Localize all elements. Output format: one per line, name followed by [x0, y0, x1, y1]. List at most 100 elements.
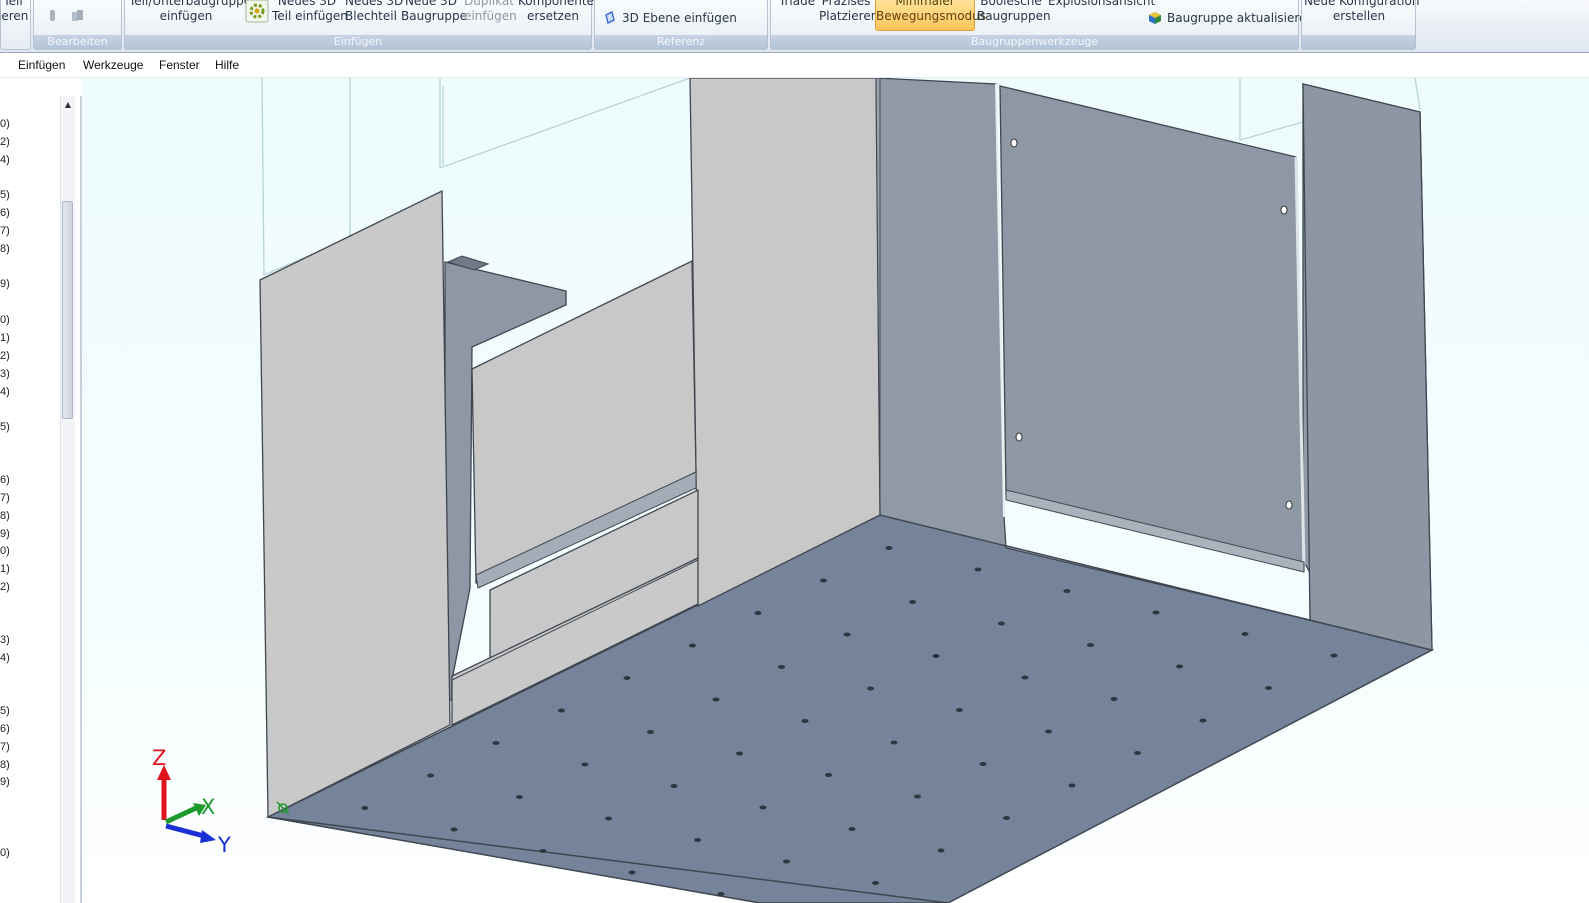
- floor-hole: [937, 848, 945, 853]
- menu-einfuegen[interactable]: Einfügen: [18, 58, 65, 72]
- praezises-platzieren-line2: Platzieren: [819, 9, 879, 23]
- 3d-scene[interactable]: Z X Y: [82, 78, 1589, 903]
- tree-item[interactable]: 6): [0, 207, 10, 219]
- tree-item[interactable]: 2): [0, 136, 10, 148]
- center-column-front: [689, 78, 881, 608]
- tree-item[interactable]: 1): [0, 332, 10, 344]
- axis-triad: Z X Y: [152, 746, 231, 857]
- tree-item[interactable]: 6): [0, 723, 10, 735]
- floor-hole: [1152, 610, 1160, 615]
- scroll-thumb[interactable]: [62, 201, 73, 419]
- menu-fenster[interactable]: Fenster: [159, 58, 200, 72]
- left-end-panel: [259, 189, 451, 819]
- floor-hole: [890, 740, 898, 745]
- neues-3d-blechteil-line2: Blechteil: [345, 9, 397, 23]
- komponente-ersetzen-button[interactable]: Komponente ersetzen: [518, 0, 594, 24]
- baugruppe-aktualisieren-label: Baugruppe aktualisieren: [1167, 11, 1315, 25]
- tree-item[interactable]: 5): [0, 189, 10, 201]
- tree-item[interactable]: 4): [0, 386, 10, 398]
- tree-item[interactable]: 1): [0, 563, 10, 575]
- partial-button[interactable]: Teil ieren: [0, 0, 28, 24]
- tree-item[interactable]: 5): [0, 705, 10, 717]
- scene-tree-panel: 0) 2) 4) 5) 6) 7) 8) 9) 0) 1) 2) 3) 4) 5) 6) 7) 8) 9) 0) 1)…: [0, 96, 82, 903]
- tree-item[interactable]: 5): [0, 421, 10, 433]
- komponente-ersetzen-line2: ersetzen: [527, 9, 579, 23]
- 3d-viewport[interactable]: Z X Y: [82, 78, 1589, 903]
- neues-3d-teil-button[interactable]: Neues 3D Teil einfügen: [272, 0, 348, 24]
- tree-item[interactable]: 8): [0, 510, 10, 522]
- tree-item[interactable]: 4): [0, 652, 10, 664]
- floor-hole: [736, 751, 743, 756]
- x-axis-line: [164, 805, 198, 825]
- neue-konfiguration-button[interactable]: Neue Konfiguration erstellen: [1304, 0, 1419, 24]
- explosionsansicht-label: Explosionsansicht: [1048, 0, 1156, 8]
- edit-tool-icon[interactable]: [46, 8, 60, 24]
- menu-werkzeuge[interactable]: Werkzeuge: [83, 58, 143, 72]
- y-axis-line: [165, 823, 205, 839]
- boolesche-baugruppen-line1: Boolesche: [980, 0, 1042, 8]
- tree-item[interactable]: 2): [0, 581, 10, 593]
- door-hole: [1285, 500, 1293, 510]
- neues-3d-blechteil-button[interactable]: Neues 3D Blechteil: [345, 0, 404, 24]
- boolesche-baugruppen-line2: Baugruppen: [977, 9, 1051, 23]
- floor-hole: [427, 773, 434, 778]
- triade-button[interactable]: Triade: [777, 0, 817, 9]
- tree-item[interactable]: 2): [0, 350, 10, 362]
- menu-hilfe[interactable]: Hilfe: [215, 58, 239, 72]
- tree-item[interactable]: 9): [0, 776, 10, 788]
- tree-scrollbar[interactable]: ▲: [60, 96, 75, 903]
- tree-item[interactable]: 9): [0, 278, 10, 290]
- floor-hole: [914, 794, 921, 799]
- floor-hole: [1087, 643, 1094, 647]
- tree-item[interactable]: 7): [0, 492, 10, 504]
- neues-3d-teil-line2: Teil einfügen: [272, 9, 348, 23]
- floor-hole: [1068, 783, 1076, 788]
- floor-hole: [820, 578, 827, 583]
- tree-item[interactable]: 0): [0, 545, 10, 557]
- duplikat-einfuegen-button[interactable]: Duplikat einfügen: [464, 0, 517, 24]
- floor-hole: [694, 838, 701, 842]
- right-end-panel: [1302, 83, 1433, 651]
- neue-3d-baugruppe-line1: Neue 3D: [404, 0, 458, 8]
- neue-3d-baugruppe-button[interactable]: Neue 3D Baugruppe: [401, 0, 467, 24]
- group-label-einfuegen: Einfügen: [125, 35, 591, 49]
- door-hole: [1015, 432, 1023, 442]
- update-assembly-icon: [1149, 12, 1161, 24]
- boolesche-baugruppen-button[interactable]: Boolesche Baugruppen: [977, 0, 1051, 24]
- tree-item[interactable]: 3): [0, 634, 10, 646]
- tree-item[interactable]: 7): [0, 741, 10, 753]
- floor-hole: [605, 816, 612, 821]
- minimaler-bewegungsmodus-button[interactable]: Minimaler Bewegungsmodus: [875, 0, 987, 31]
- tree-item[interactable]: 6): [0, 474, 10, 486]
- tree-item[interactable]: 8): [0, 243, 10, 255]
- ribbon-group-baugruppenwerkzeuge: Triade Präzises Platzieren Minimaler Bew…: [770, 0, 1314, 50]
- floor-hole: [848, 827, 856, 831]
- settings-gear-icon[interactable]: [245, 0, 269, 23]
- neue-konfiguration-line2: erstellen: [1332, 9, 1386, 23]
- tree-item[interactable]: 0): [0, 118, 10, 130]
- ribbon-group-referenz: 3D Ebene einfügen Referenz: [594, 0, 768, 50]
- tree-item[interactable]: 3): [0, 368, 10, 380]
- group-label-referenz: Referenz: [595, 35, 767, 49]
- teil-unterbaugruppe-button[interactable]: Teil/Unterbaugruppe einfügen: [129, 0, 251, 24]
- scroll-up-arrow-icon[interactable]: ▲: [63, 100, 73, 110]
- group-label-baugruppenwerkzeuge: Baugruppenwerkzeuge: [771, 35, 1298, 49]
- tree-item[interactable]: 8): [0, 759, 10, 771]
- neues-3d-blechteil-line1: Neues 3D: [345, 0, 404, 8]
- floor-hole: [825, 773, 832, 777]
- baugruppe-aktualisieren-button[interactable]: Baugruppe aktualisieren: [1148, 11, 1314, 25]
- tree-item[interactable]: 0): [0, 314, 10, 326]
- minimaler-bewegungsmodus-line2: Bewegungsmodus: [876, 9, 987, 23]
- floor-hole: [1176, 664, 1183, 669]
- explosionsansicht-button[interactable]: Explosionsansicht: [1048, 0, 1156, 9]
- copy-tool-icon[interactable]: [70, 8, 86, 24]
- praezises-platzieren-line1: Präzises: [821, 0, 871, 8]
- 3d-ebene-einfuegen-button[interactable]: 3D Ebene einfügen: [603, 11, 737, 25]
- tree-item[interactable]: 9): [0, 528, 10, 540]
- tree-item[interactable]: 4): [0, 154, 10, 166]
- y-axis-label: Y: [217, 833, 231, 857]
- tree-item[interactable]: 7): [0, 225, 10, 237]
- 3d-plane-icon: [605, 11, 615, 24]
- tree-item[interactable]: 0): [0, 847, 10, 859]
- praezises-platzieren-button[interactable]: Präzises Platzieren: [819, 0, 879, 24]
